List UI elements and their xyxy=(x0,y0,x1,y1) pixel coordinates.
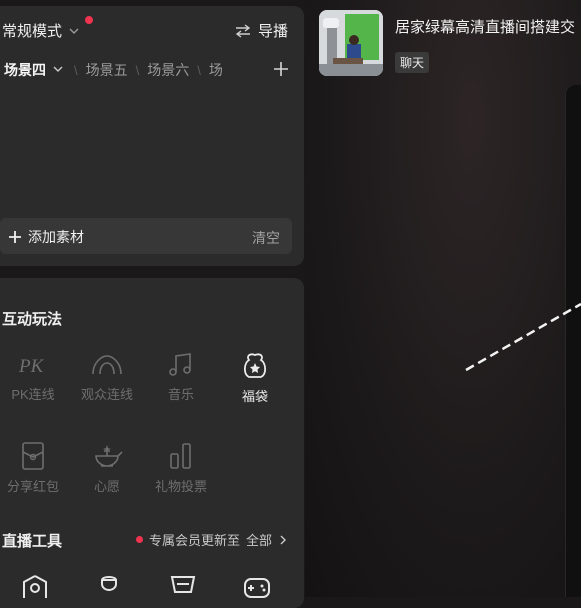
gift-vote-icon xyxy=(170,443,191,469)
material-bar: 添加素材 清空 xyxy=(0,218,292,254)
plus-icon xyxy=(9,231,21,243)
chevron-right-icon xyxy=(280,535,286,544)
guide-button[interactable]: 导播 xyxy=(234,20,288,41)
live-room-title[interactable]: 居家绿幕高清直播间搭建交 xyxy=(395,16,575,37)
notification-dot xyxy=(85,16,93,24)
game-tool-icon[interactable] xyxy=(242,574,272,598)
pk-link-button[interactable]: PK PK连线 xyxy=(0,352,68,403)
share-red-envelope-button[interactable]: 分享红包 xyxy=(0,442,68,495)
scene-panel: 常规模式 导播 场景四 \ 场景五 \ 场景六 \ 场 添加素材 清空 xyxy=(0,6,304,266)
add-material-button[interactable]: 添加素材 xyxy=(8,227,84,247)
audience-link-button[interactable]: 观众连线 xyxy=(72,352,142,403)
add-scene-icon[interactable] xyxy=(272,60,290,78)
chevron-down-icon xyxy=(69,28,79,34)
scene-tabs: 场景四 \ 场景五 \ 场景六 \ 场 xyxy=(4,60,296,80)
member-update-text: 专属会员更新至 xyxy=(148,533,240,548)
pk-icon: PK xyxy=(18,356,45,377)
interactive-title: 互动玩法 xyxy=(2,311,63,328)
add-material-label: 添加素材 xyxy=(28,229,84,245)
guide-label: 导播 xyxy=(257,23,288,40)
live-tools-title: 直播工具 xyxy=(2,533,63,550)
scene-tab[interactable]: 场景五 xyxy=(86,60,128,80)
swap-icon xyxy=(235,23,251,38)
live-category-tag[interactable]: 聊天 xyxy=(395,52,430,73)
avatar-tool-icon[interactable] xyxy=(94,574,124,598)
wish-button[interactable]: 心愿 xyxy=(72,442,142,495)
notification-dot xyxy=(135,536,143,543)
wish-lamp-icon xyxy=(95,445,123,467)
lucky-bag-icon xyxy=(243,353,267,378)
chevron-down-icon[interactable] xyxy=(50,64,66,76)
music-icon xyxy=(169,353,191,376)
audience-link-icon xyxy=(92,355,122,375)
scene-tab-active[interactable]: 场景四 xyxy=(4,60,46,80)
tools-panel: 互动玩法 PK PK连线 观众连线 音乐 福袋 分享红包 心愿 礼物投票 直播工… xyxy=(0,278,304,608)
clear-button[interactable]: 清空 xyxy=(252,228,280,248)
gift-vote-button[interactable]: 礼物投票 xyxy=(146,442,216,495)
dashed-guide-line xyxy=(465,302,581,372)
music-button[interactable]: 音乐 xyxy=(146,352,216,403)
all-label: 全部 xyxy=(245,533,272,548)
tools-all-link[interactable]: 专属会员更新至 全部 xyxy=(135,530,288,549)
scene-separator: \ xyxy=(197,62,201,78)
scene-tab[interactable]: 场景六 xyxy=(147,60,189,80)
mode-selector[interactable]: 常规模式 xyxy=(2,20,80,41)
shop-cart-tool-icon[interactable] xyxy=(168,574,198,598)
scene-separator: \ xyxy=(74,62,78,78)
scene-tab[interactable]: 场 xyxy=(209,60,223,80)
svg-text:PK: PK xyxy=(18,356,45,377)
live-room-thumbnail[interactable] xyxy=(319,10,383,76)
mode-label: 常规模式 xyxy=(2,23,63,40)
camera-tool-icon[interactable] xyxy=(20,574,50,598)
red-envelope-icon xyxy=(22,442,44,470)
scene-separator: \ xyxy=(135,62,140,78)
studio-photo xyxy=(319,10,383,76)
lucky-bag-button[interactable]: 福袋 xyxy=(220,352,290,405)
